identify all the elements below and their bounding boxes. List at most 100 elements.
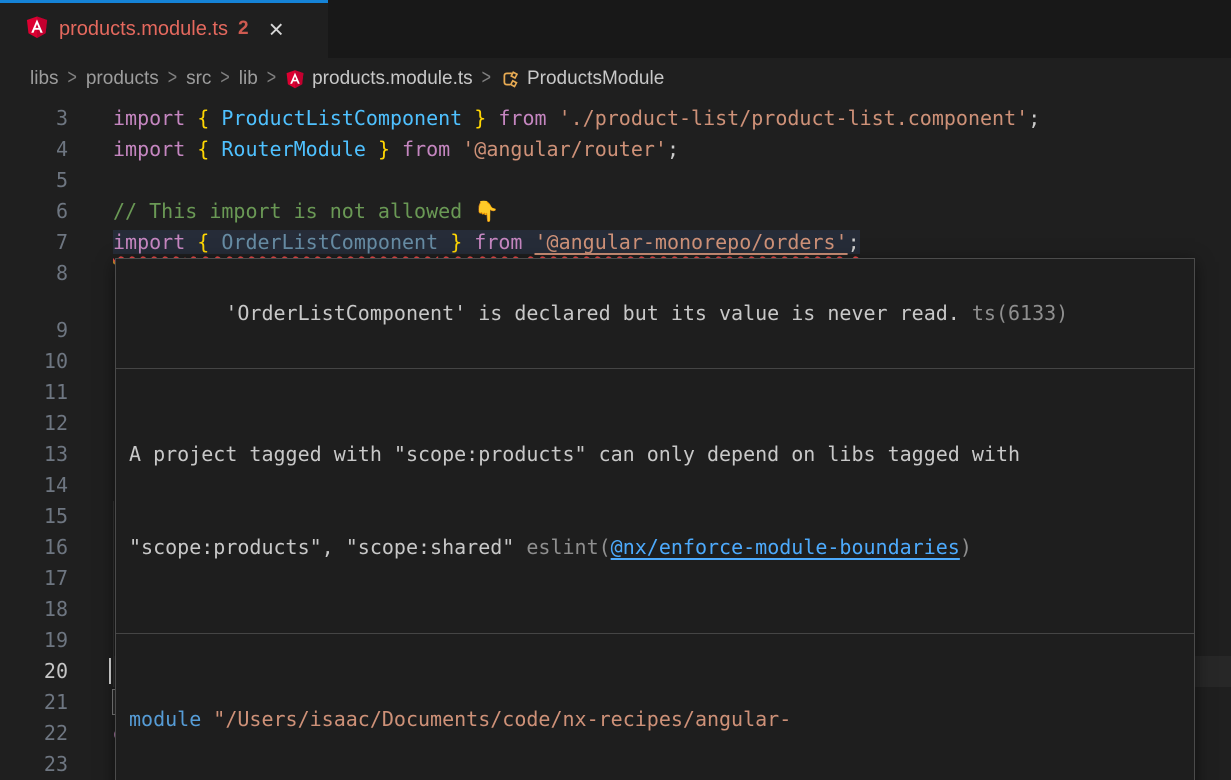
line-number[interactable]: 4 — [0, 134, 68, 165]
code-token — [522, 230, 534, 254]
code-token: { — [197, 137, 209, 161]
code-token: RouterModule — [221, 137, 366, 161]
tab-title: products.module.ts — [59, 18, 228, 41]
error-hover-tooltip: 'OrderListComponent' is declared but its… — [115, 258, 1195, 780]
breadcrumb-item-products-module-ts[interactable]: products.module.ts — [285, 68, 473, 90]
code-line-6[interactable]: 6 // This import is not allowed 👇 — [0, 196, 1231, 227]
code-line-5[interactable]: 5 — [0, 165, 1231, 196]
close-tab-icon[interactable]: × — [269, 19, 284, 39]
code-token — [209, 230, 221, 254]
line-number[interactable]: 3 — [0, 103, 68, 134]
tab-products-module[interactable]: products.module.ts 2 × — [0, 0, 328, 58]
line-number[interactable]: 21 — [0, 687, 68, 718]
code-editor[interactable]: 3 import { ProductListComponent } from '.… — [0, 100, 1231, 780]
code-token: ; — [848, 230, 860, 254]
code-line-4[interactable]: 4 import { RouterModule } from '@angular/… — [0, 134, 1231, 165]
code-token: from — [498, 106, 546, 130]
breadcrumb-label: src — [186, 68, 211, 90]
eslint-message-line1: A project tagged with "scope:products" c… — [129, 442, 1020, 466]
code-token: { — [197, 230, 209, 254]
code-token — [462, 106, 474, 130]
breadcrumb-item-products[interactable]: products — [86, 68, 159, 90]
tab-bar: products.module.ts 2 × — [0, 0, 1231, 58]
line-number[interactable]: 10 — [0, 346, 68, 377]
code-token: ; — [1028, 106, 1040, 130]
breadcrumb-label: ProductsModule — [527, 68, 664, 90]
line-number[interactable]: 7 — [0, 227, 68, 258]
eslint-message-line2: "scope:products", "scope:shared" — [129, 535, 526, 559]
code-token: '@angular/router' — [462, 137, 667, 161]
code-token — [450, 137, 462, 161]
breadcrumb-separator: > — [168, 67, 177, 90]
line-content[interactable] — [113, 165, 1231, 196]
code-line-7[interactable]: 7 import { OrderListComponent } from '@an… — [0, 227, 1231, 258]
ts-error-message: 'OrderListComponent' is declared but its… — [225, 301, 960, 325]
line-number[interactable]: 20 — [0, 656, 68, 687]
code-token: } — [450, 230, 462, 254]
code-token: } — [474, 106, 486, 130]
indent-guide — [113, 656, 114, 687]
code-token: import — [113, 106, 185, 130]
line-content[interactable]: import { RouterModule } from '@angular/r… — [113, 134, 1231, 165]
code-line-3[interactable]: 3 import { ProductListComponent } from '.… — [0, 103, 1231, 134]
code-token: '@angular-monorepo/orders' — [535, 230, 848, 254]
breadcrumb-label: lib — [239, 68, 258, 90]
breadcrumb-separator: > — [68, 67, 77, 90]
code-token — [438, 230, 450, 254]
line-number[interactable]: 13 — [0, 439, 68, 470]
code-token — [390, 137, 402, 161]
code-token — [209, 137, 221, 161]
breadcrumb-separator: > — [482, 67, 491, 90]
line-number[interactable]: 15 — [0, 501, 68, 532]
line-content[interactable]: import { ProductListComponent } from './… — [113, 103, 1231, 134]
text-cursor — [109, 658, 111, 684]
line-content[interactable]: // This import is not allowed 👇 — [113, 196, 1231, 227]
class-icon — [500, 69, 520, 89]
code-token: './product-list/product-list.component' — [559, 106, 1029, 130]
line-number[interactable]: 12 — [0, 408, 68, 439]
ts-error-source — [960, 301, 972, 325]
code-token: OrderListComponent — [221, 230, 438, 254]
code-token: ; — [667, 137, 679, 161]
vscode-window: products.module.ts 2 × libs > products > src… — [0, 0, 1231, 780]
code-token — [462, 230, 474, 254]
code-token: // This import is not allowed — [113, 199, 474, 223]
code-token: from — [474, 230, 522, 254]
code-token — [185, 230, 197, 254]
code-token — [209, 106, 221, 130]
line-number[interactable]: 6 — [0, 196, 68, 227]
breadcrumb-item-libs[interactable]: libs — [30, 68, 59, 90]
hover-eslint-diagnostic: A project tagged with "scope:products" c… — [116, 369, 1194, 633]
code-token — [185, 106, 197, 130]
indent-guide — [113, 532, 114, 563]
line-number[interactable]: 9 — [0, 315, 68, 346]
line-number[interactable]: 11 — [0, 377, 68, 408]
breadcrumb-item-productsmodule[interactable]: ProductsModule — [500, 68, 664, 90]
line-number[interactable]: 17 — [0, 563, 68, 594]
angular-file-icon — [25, 15, 49, 44]
eslint-rule-link[interactable]: @nx/enforce-module-boundaries — [611, 535, 960, 559]
breadcrumb-label: products — [86, 68, 159, 90]
code-token: { — [197, 106, 209, 130]
breadcrumb-item-lib[interactable]: lib — [239, 68, 258, 90]
line-number[interactable]: 5 — [0, 165, 68, 196]
line-number[interactable]: 23 — [0, 749, 68, 780]
line-number[interactable]: 19 — [0, 625, 68, 656]
line-number[interactable]: 22 — [0, 718, 68, 749]
line-number[interactable]: 18 — [0, 594, 68, 625]
code-token — [185, 137, 197, 161]
indent-guide — [113, 501, 114, 532]
code-token — [366, 137, 378, 161]
line-number[interactable]: 8 — [0, 258, 68, 289]
line-number[interactable]: 16 — [0, 532, 68, 563]
indent-guide — [113, 563, 114, 594]
line-number[interactable]: 14 — [0, 470, 68, 501]
breadcrumb: libs > products > src > lib > products.module.ts… — [0, 58, 1231, 100]
line-content[interactable]: import { OrderListComponent } from '@ang… — [113, 227, 1231, 258]
module-keyword: module — [129, 707, 201, 731]
warning-squiggle-wrapper: import { OrderListComponent } from '@ang… — [113, 230, 860, 254]
code-token: 👇 — [474, 199, 499, 223]
code-token: } — [378, 137, 390, 161]
breadcrumb-item-src[interactable]: src — [186, 68, 211, 90]
breadcrumb-separator: > — [267, 67, 276, 90]
